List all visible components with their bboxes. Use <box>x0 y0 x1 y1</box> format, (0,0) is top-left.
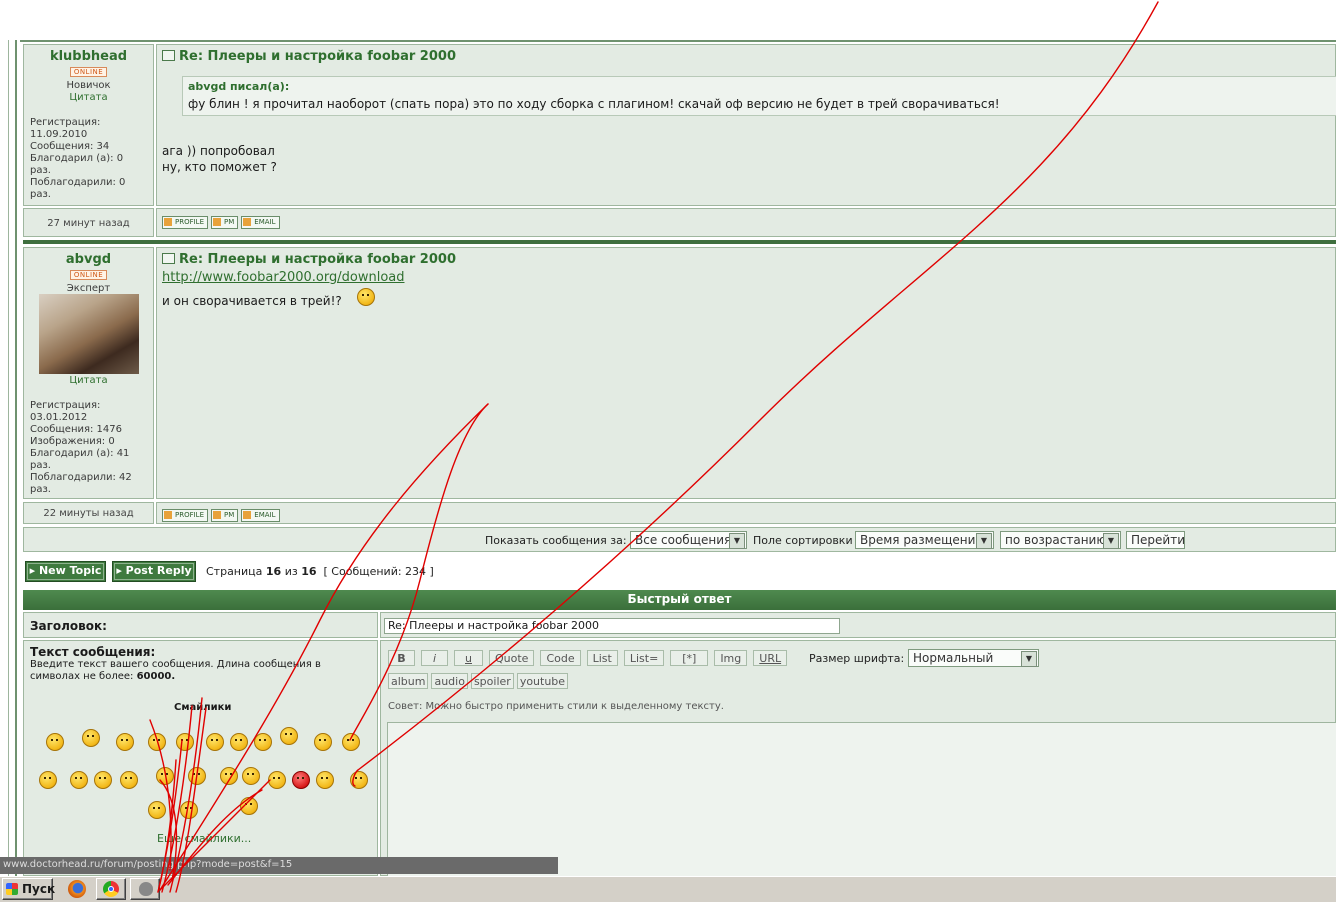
annotation-stroke <box>352 769 359 787</box>
annotation-stroke <box>349 403 489 741</box>
annotation-stroke <box>357 1 1159 771</box>
annotation-overlay <box>149 1 1159 893</box>
annotation-stroke <box>159 403 489 891</box>
